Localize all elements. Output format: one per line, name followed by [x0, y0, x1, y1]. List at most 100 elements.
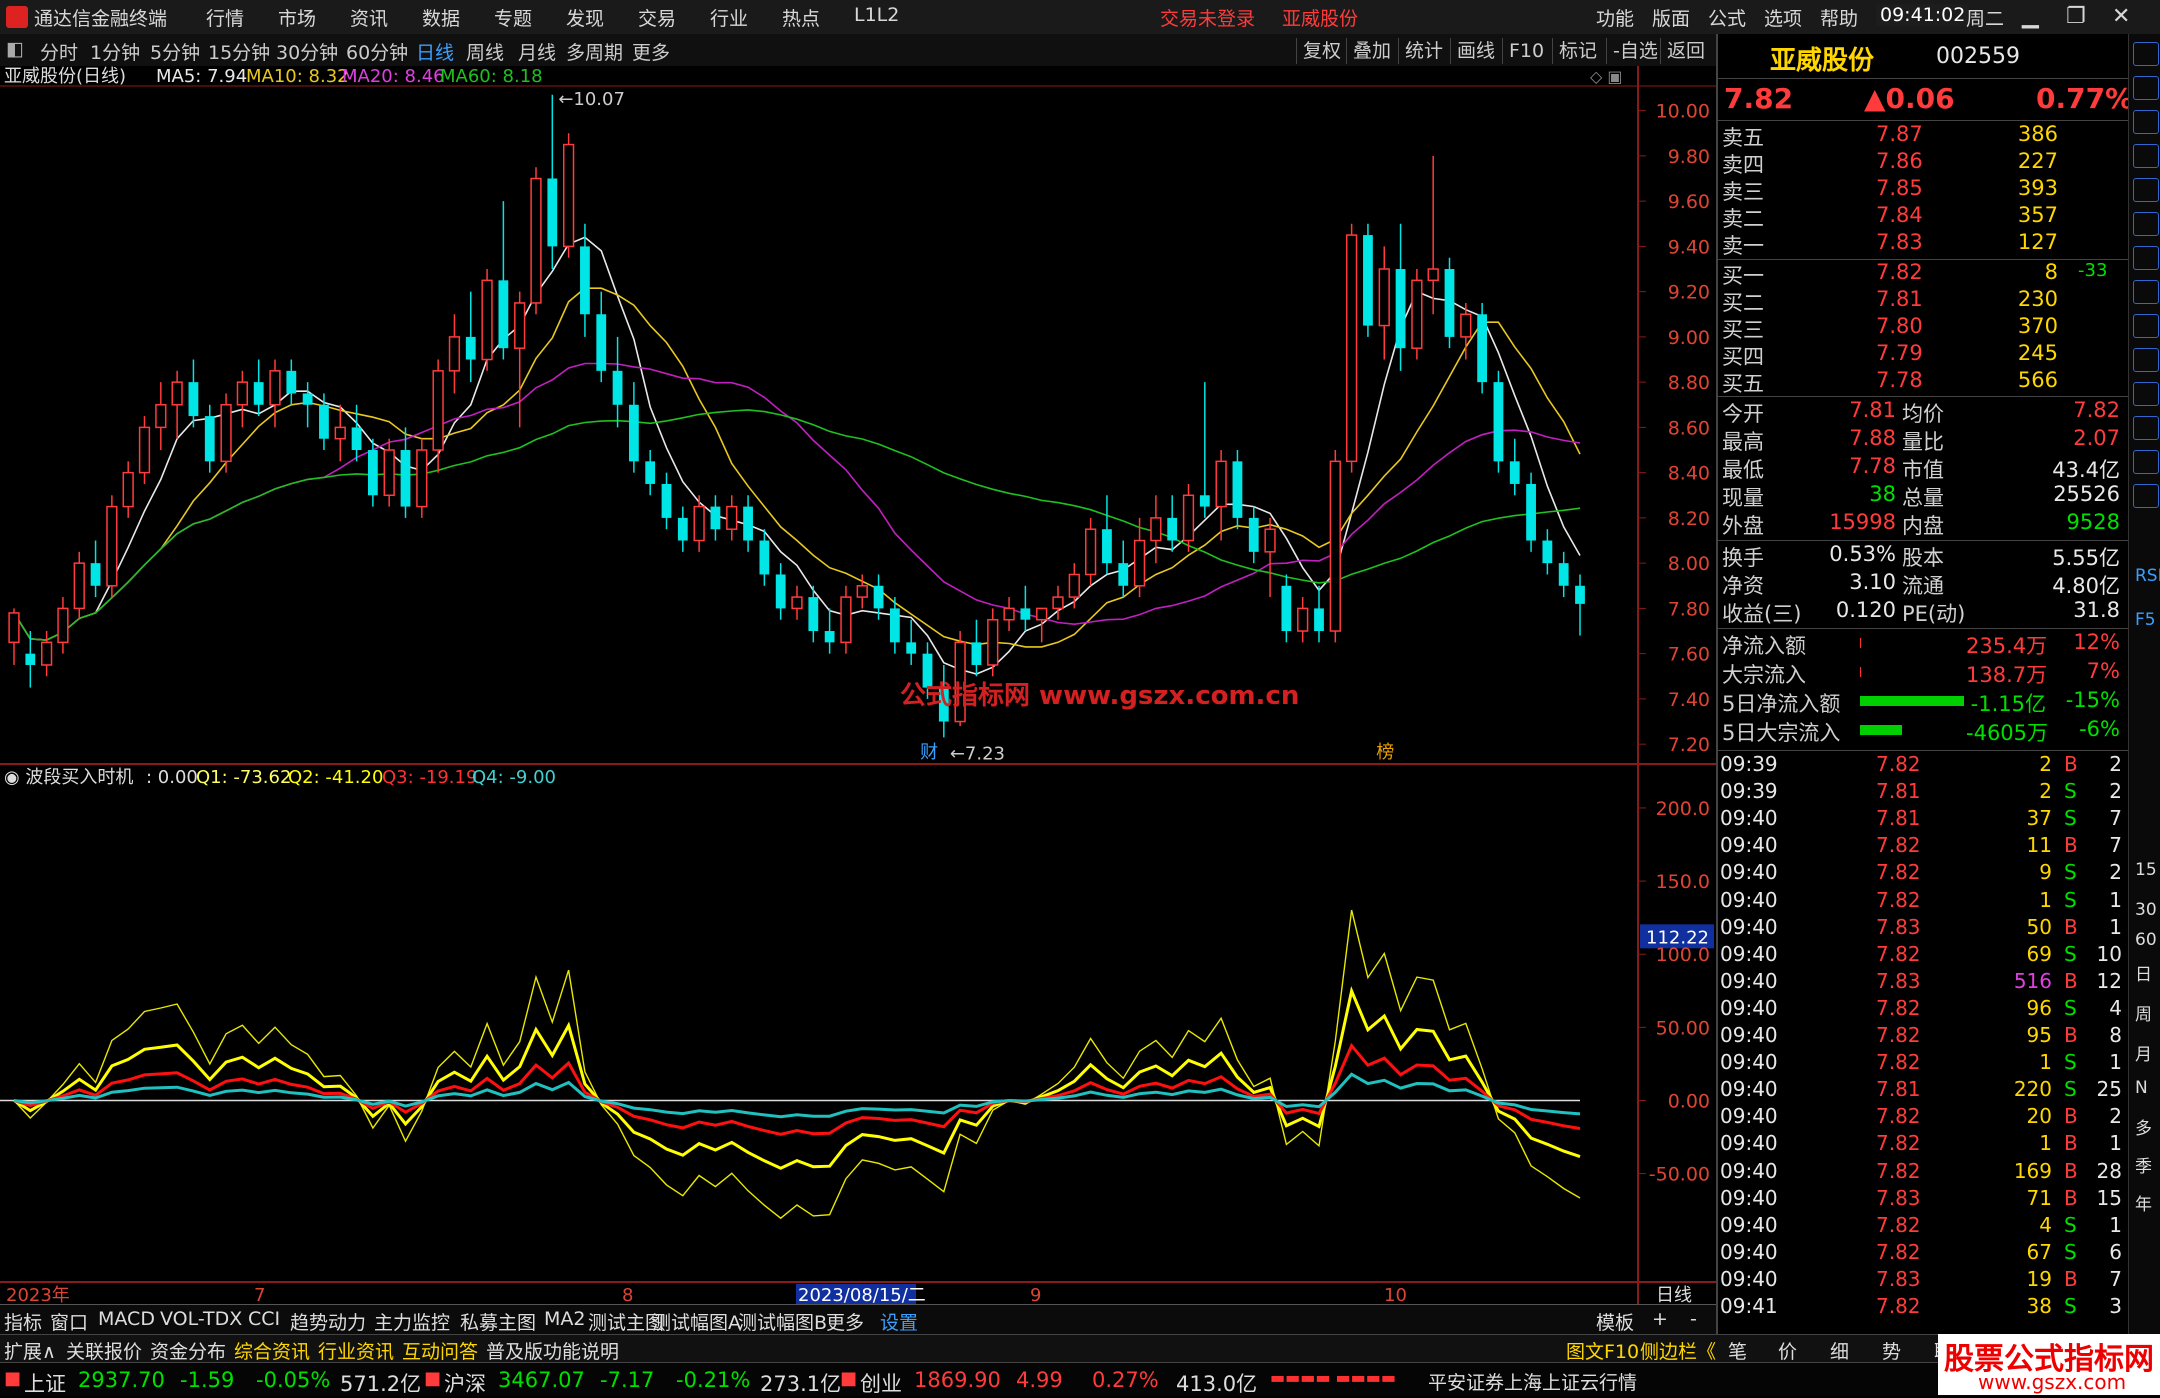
side-tool-icon-10[interactable]: [2133, 382, 2159, 406]
tool-2[interactable]: 统计: [1398, 38, 1449, 64]
side-tool-label-3[interactable]: N: [2135, 1078, 2148, 1098]
side-tool-label-1[interactable]: 周: [2135, 1000, 2152, 1025]
indicator-tab-11[interactable]: 测试幅图B: [738, 1308, 827, 1335]
function-tab-3[interactable]: 综合资讯: [234, 1337, 310, 1364]
indicator-tab-right-1[interactable]: +: [1652, 1308, 1668, 1330]
side-tool-icon-1[interactable]: [2133, 76, 2159, 100]
menu-right-0[interactable]: 功能: [1596, 4, 1634, 31]
index-name-1[interactable]: 沪深: [444, 1368, 486, 1398]
buy-price-2[interactable]: 7.80: [1876, 314, 1923, 338]
function-tab-1[interactable]: 关联报价: [66, 1337, 142, 1364]
restore-icon[interactable]: ❐: [2066, 4, 2086, 29]
period-tab-9[interactable]: 多周期: [566, 38, 623, 65]
side-tool-icon-3[interactable]: [2133, 144, 2159, 168]
side-tool-label-11[interactable]: F5: [2135, 610, 2156, 630]
function-tab-6[interactable]: 普及版功能说明: [486, 1337, 619, 1364]
period-tab-2[interactable]: 5分钟: [150, 38, 200, 65]
buy-price-1[interactable]: 7.81: [1876, 287, 1923, 311]
menu-4[interactable]: 专题: [494, 4, 532, 31]
indicator-tab-5[interactable]: 趋势动力: [290, 1308, 366, 1335]
menu-1[interactable]: 市场: [278, 4, 316, 31]
menu-6[interactable]: 交易: [638, 4, 676, 31]
function-tab-right-1[interactable]: 侧边栏《: [1640, 1337, 1716, 1364]
menu-right-2[interactable]: 公式: [1708, 4, 1746, 31]
sell-price-0[interactable]: 7.87: [1876, 122, 1923, 146]
period-tab-10[interactable]: 更多: [632, 38, 670, 65]
buy-price-0[interactable]: 7.82: [1876, 260, 1923, 284]
sell-price-2[interactable]: 7.85: [1876, 176, 1923, 200]
menu-0[interactable]: 行情: [206, 4, 244, 31]
side-tool-icon-4[interactable]: [2133, 178, 2159, 202]
function-tab-4[interactable]: 行业资讯: [318, 1337, 394, 1364]
close-icon[interactable]: ✕: [2112, 4, 2130, 29]
menu-8[interactable]: 热点: [782, 4, 820, 31]
side-tool-icon-12[interactable]: [2133, 450, 2159, 474]
menu-9[interactable]: L1L2: [854, 4, 899, 26]
menu-right-3[interactable]: 选项: [1764, 4, 1802, 31]
sell-price-4[interactable]: 7.83: [1876, 230, 1923, 254]
indicator-tab-right-0[interactable]: 模板: [1596, 1308, 1634, 1335]
indicator-tab-right-2[interactable]: -: [1690, 1308, 1697, 1330]
indicator-tab-13[interactable]: 设置: [880, 1308, 918, 1335]
side-tool-label-7[interactable]: 15: [2135, 860, 2157, 880]
side-tool-label-4[interactable]: 多: [2135, 1114, 2152, 1139]
period-tab-5[interactable]: 60分钟: [346, 38, 408, 65]
function-tab-0[interactable]: 扩展∧: [4, 1337, 56, 1364]
tool-6[interactable]: -自选: [1606, 38, 1664, 64]
function-tab-5[interactable]: 互动问答: [402, 1337, 478, 1364]
tool-4[interactable]: F10: [1502, 38, 1550, 64]
side-tool-label-9[interactable]: 60: [2135, 930, 2157, 950]
menu-2[interactable]: 资讯: [350, 4, 388, 31]
menu-3[interactable]: 数据: [422, 4, 460, 31]
indicator-tab-10[interactable]: 测试幅图A: [652, 1308, 741, 1335]
side-tool-icon-9[interactable]: [2133, 348, 2159, 372]
side-tool-icon-2[interactable]: [2133, 110, 2159, 134]
function-tab-2[interactable]: 资金分布: [150, 1337, 226, 1364]
function-tab-right-4[interactable]: 细: [1830, 1337, 1849, 1364]
period-tab-1[interactable]: 1分钟: [90, 38, 140, 65]
indicator-tab-6[interactable]: 主力监控: [374, 1308, 450, 1335]
sell-price-3[interactable]: 7.84: [1876, 203, 1923, 227]
period-tab-0[interactable]: 分时: [40, 38, 78, 65]
tool-7[interactable]: 返回: [1660, 38, 1711, 64]
side-tool-label-5[interactable]: 季: [2135, 1152, 2152, 1177]
tool-0[interactable]: 复权: [1296, 38, 1347, 64]
side-tool-label-2[interactable]: 月: [2135, 1040, 2152, 1065]
kline-chart[interactable]: 10.00 9.80 9.60 9.40 9.20 9.00 8.80 8.60 8.40 8.2…: [0, 66, 1716, 1304]
side-tool-icon-5[interactable]: [2133, 212, 2159, 236]
indicator-tab-2[interactable]: MACD: [98, 1308, 155, 1330]
index-name-0[interactable]: 上证: [24, 1368, 66, 1398]
side-tool-label-10[interactable]: RSI: [2135, 566, 2160, 586]
function-tab-right-2[interactable]: 笔: [1728, 1337, 1747, 1364]
tool-3[interactable]: 画线: [1450, 38, 1501, 64]
tool-1[interactable]: 叠加: [1346, 38, 1397, 64]
period-tab-8[interactable]: 月线: [518, 38, 556, 65]
minimize-icon[interactable]: ▁: [2022, 4, 2039, 29]
tool-5[interactable]: 标记: [1552, 38, 1603, 64]
indicator-tab-4[interactable]: CCI: [248, 1308, 280, 1330]
indicator-tab-7[interactable]: 私募主图: [460, 1308, 536, 1335]
function-tab-right-5[interactable]: 势: [1882, 1337, 1901, 1364]
login-status[interactable]: 交易未登录: [1160, 4, 1255, 31]
period-tab-6[interactable]: 日线: [416, 38, 454, 65]
indicator-tab-8[interactable]: MA2: [544, 1308, 585, 1330]
index-name-2[interactable]: 创业: [860, 1368, 902, 1398]
menu-right-4[interactable]: 帮助: [1820, 4, 1858, 31]
buy-price-4[interactable]: 7.78: [1876, 368, 1923, 392]
menu-7[interactable]: 行业: [710, 4, 748, 31]
side-tool-icon-11[interactable]: [2133, 416, 2159, 440]
function-tab-right-0[interactable]: 图文F10: [1566, 1337, 1639, 1364]
period-tab-4[interactable]: 30分钟: [276, 38, 338, 65]
sell-price-1[interactable]: 7.86: [1876, 149, 1923, 173]
indicator-tab-1[interactable]: 窗口: [50, 1308, 88, 1335]
side-tool-icon-8[interactable]: [2133, 314, 2159, 338]
indicator-tab-0[interactable]: 指标: [4, 1308, 42, 1335]
period-tab-7[interactable]: 周线: [466, 38, 504, 65]
menu-right-1[interactable]: 版面: [1652, 4, 1690, 31]
side-tool-icon-13[interactable]: [2133, 484, 2159, 508]
side-tool-label-6[interactable]: 年: [2135, 1190, 2152, 1215]
toggle-panel-icon[interactable]: ◧: [6, 38, 24, 60]
side-tool-label-8[interactable]: 30: [2135, 900, 2157, 920]
side-tool-icon-6[interactable]: [2133, 246, 2159, 270]
function-tab-right-3[interactable]: 价: [1778, 1337, 1797, 1364]
